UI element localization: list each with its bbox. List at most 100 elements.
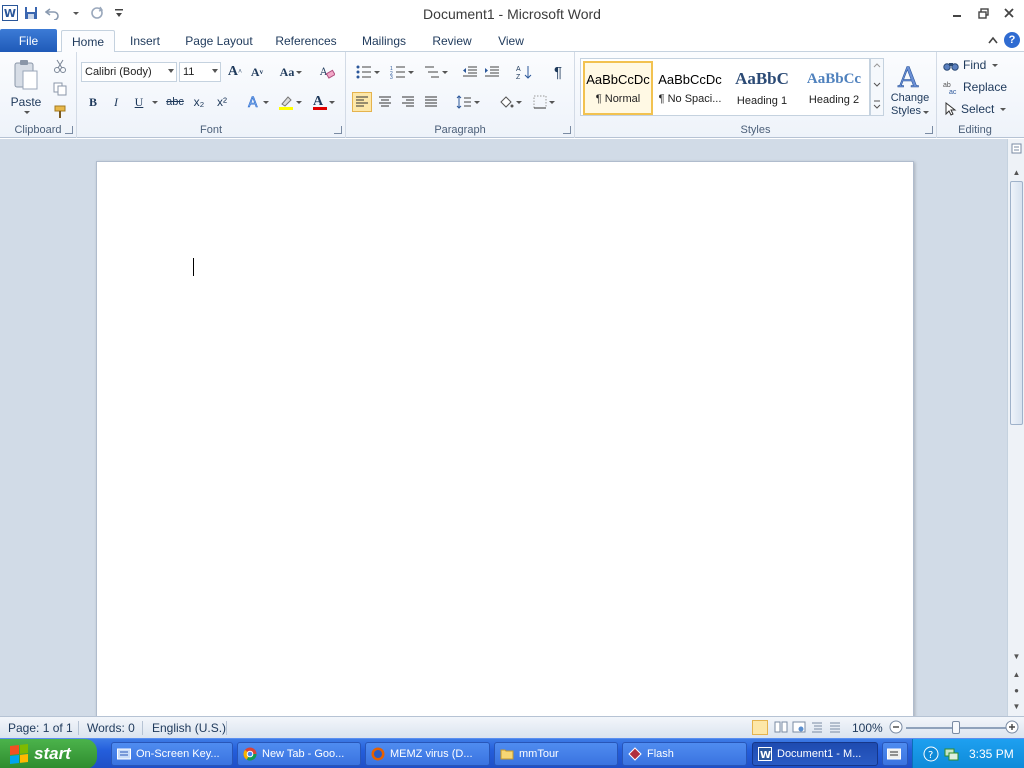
- underline-dropdown-icon[interactable]: [149, 92, 159, 112]
- subscript-button[interactable]: x₂: [189, 92, 209, 112]
- change-case-button[interactable]: Aa: [277, 62, 305, 82]
- paste-button[interactable]: Paste: [6, 56, 46, 116]
- restore-icon[interactable]: [972, 4, 994, 22]
- clock[interactable]: 3:35 PM: [969, 747, 1014, 761]
- styles-gallery-scroll[interactable]: [870, 58, 884, 116]
- web-layout-icon[interactable]: [792, 721, 806, 736]
- tab-home[interactable]: Home: [61, 30, 115, 53]
- tab-insert[interactable]: Insert: [122, 30, 168, 52]
- tab-mailings[interactable]: Mailings: [354, 30, 414, 52]
- tab-references[interactable]: References: [270, 30, 342, 52]
- page-count[interactable]: Page: 1 of 1: [8, 721, 73, 735]
- zoom-out-icon[interactable]: [889, 720, 903, 737]
- italic-button[interactable]: I: [106, 92, 126, 112]
- style-normal[interactable]: AaBbCcDc ¶ Normal: [583, 61, 653, 115]
- superscript-button[interactable]: x²: [212, 92, 232, 112]
- help-icon[interactable]: ?: [1004, 32, 1020, 48]
- style-name: Heading 2: [808, 93, 860, 106]
- numbering-button[interactable]: 123: [388, 62, 416, 82]
- tab-review[interactable]: Review: [426, 30, 478, 52]
- window-controls: [946, 4, 1020, 22]
- clear-formatting-icon[interactable]: A: [317, 62, 337, 82]
- grow-font-icon[interactable]: A ^: [225, 62, 245, 82]
- zoom-level[interactable]: 100%: [852, 721, 883, 735]
- bullets-button[interactable]: [354, 62, 382, 82]
- close-icon[interactable]: [998, 4, 1020, 22]
- full-screen-reading-icon[interactable]: [774, 721, 788, 736]
- align-center-icon[interactable]: [375, 92, 395, 112]
- underline-button[interactable]: U: [129, 92, 149, 112]
- language[interactable]: English (U.S.): [152, 721, 226, 735]
- clipboard-launcher-icon[interactable]: [65, 126, 73, 134]
- font-size-select[interactable]: 11: [179, 62, 221, 82]
- line-spacing-button[interactable]: [454, 92, 482, 112]
- word-icon: W: [758, 747, 772, 761]
- svg-text:3: 3: [390, 75, 393, 79]
- help-tray-icon[interactable]: ?: [923, 746, 939, 765]
- styles-group-label: Styles: [740, 124, 771, 136]
- multilevel-list-button[interactable]: [422, 62, 450, 82]
- paragraph-launcher-icon[interactable]: [563, 126, 571, 134]
- taskbar-item-word[interactable]: W Document1 - M...: [752, 742, 878, 766]
- strikethrough-button[interactable]: abc: [165, 92, 185, 112]
- previous-page-icon[interactable]: ▲: [1011, 669, 1022, 680]
- print-layout-icon[interactable]: [752, 720, 768, 735]
- status-bar: Page: 1 of 1 Words: 0 English (U.S.) 100…: [0, 716, 1024, 738]
- select-button[interactable]: Select: [943, 100, 1007, 118]
- find-button[interactable]: Find: [943, 56, 999, 74]
- taskbar-item-on-screen-keyboard[interactable]: On-Screen Key...: [111, 742, 233, 766]
- justify-icon[interactable]: [421, 92, 441, 112]
- bold-button[interactable]: B: [83, 92, 103, 112]
- minimize-icon[interactable]: [946, 4, 968, 22]
- borders-button[interactable]: [530, 92, 558, 112]
- style-heading-2[interactable]: AaBbCc Heading 2: [799, 61, 869, 115]
- highlight-button[interactable]: [275, 92, 305, 112]
- taskbar-item-mmtour[interactable]: mmTour: [494, 742, 618, 766]
- tab-file[interactable]: File: [0, 29, 57, 52]
- taskbar-item-firefox[interactable]: MEMZ virus (D...: [365, 742, 490, 766]
- tab-page-layout[interactable]: Page Layout: [180, 30, 258, 52]
- taskbar: start On-Screen Key... New Tab - Goo... …: [0, 738, 1024, 768]
- text-effects-button[interactable]: A: [245, 92, 271, 112]
- taskbar-item-chrome[interactable]: New Tab - Goo...: [237, 742, 361, 766]
- style-no-spacing[interactable]: AaBbCcDc ¶ No Spaci...: [655, 61, 725, 115]
- align-left-icon[interactable]: [352, 92, 372, 112]
- taskbar-keyboard-button[interactable]: [882, 742, 908, 766]
- style-heading-1[interactable]: AaBbC Heading 1: [727, 61, 797, 115]
- start-button[interactable]: start: [0, 739, 97, 768]
- font-family-select[interactable]: Calibri (Body): [81, 62, 177, 82]
- format-painter-icon[interactable]: [50, 102, 70, 122]
- shading-button[interactable]: [496, 92, 524, 112]
- cut-icon[interactable]: [50, 56, 70, 76]
- styles-launcher-icon[interactable]: [925, 126, 933, 134]
- zoom-in-icon[interactable]: [1005, 720, 1019, 737]
- scroll-down-icon[interactable]: ▼: [1011, 651, 1022, 662]
- ruler-toggle-icon[interactable]: [1011, 143, 1022, 154]
- show-formatting-marks-button[interactable]: ¶: [548, 62, 568, 82]
- outline-view-icon[interactable]: [810, 721, 824, 736]
- font-color-button[interactable]: A: [309, 92, 339, 112]
- draft-view-icon[interactable]: [828, 721, 842, 736]
- increase-indent-icon[interactable]: [482, 62, 502, 82]
- decrease-indent-icon[interactable]: [460, 62, 480, 82]
- replace-button[interactable]: ab ac Replace: [943, 78, 1007, 96]
- vertical-scrollbar[interactable]: ▲ ▼ ▲ ● ▼: [1007, 139, 1024, 716]
- shrink-font-icon[interactable]: Av: [247, 62, 267, 82]
- sort-icon[interactable]: AZ: [514, 62, 534, 82]
- font-launcher-icon[interactable]: [334, 126, 342, 134]
- document-page[interactable]: [96, 161, 914, 721]
- change-styles-button[interactable]: A Change Styles: [886, 56, 934, 122]
- copy-icon[interactable]: [50, 79, 70, 99]
- scroll-up-icon[interactable]: ▲: [1011, 167, 1022, 178]
- select-browse-object-icon[interactable]: ●: [1011, 685, 1022, 696]
- taskbar-item-flash[interactable]: Flash: [622, 742, 747, 766]
- tab-view[interactable]: View: [490, 30, 532, 52]
- next-page-icon[interactable]: ▼: [1011, 701, 1022, 712]
- minimize-ribbon-icon[interactable]: [988, 33, 998, 47]
- scroll-thumb[interactable]: [1010, 181, 1023, 425]
- zoom-slider-thumb[interactable]: [952, 721, 960, 734]
- align-right-icon[interactable]: [398, 92, 418, 112]
- svg-text:A: A: [319, 67, 328, 78]
- word-count[interactable]: Words: 0: [87, 721, 135, 735]
- network-tray-icon[interactable]: [943, 746, 959, 765]
